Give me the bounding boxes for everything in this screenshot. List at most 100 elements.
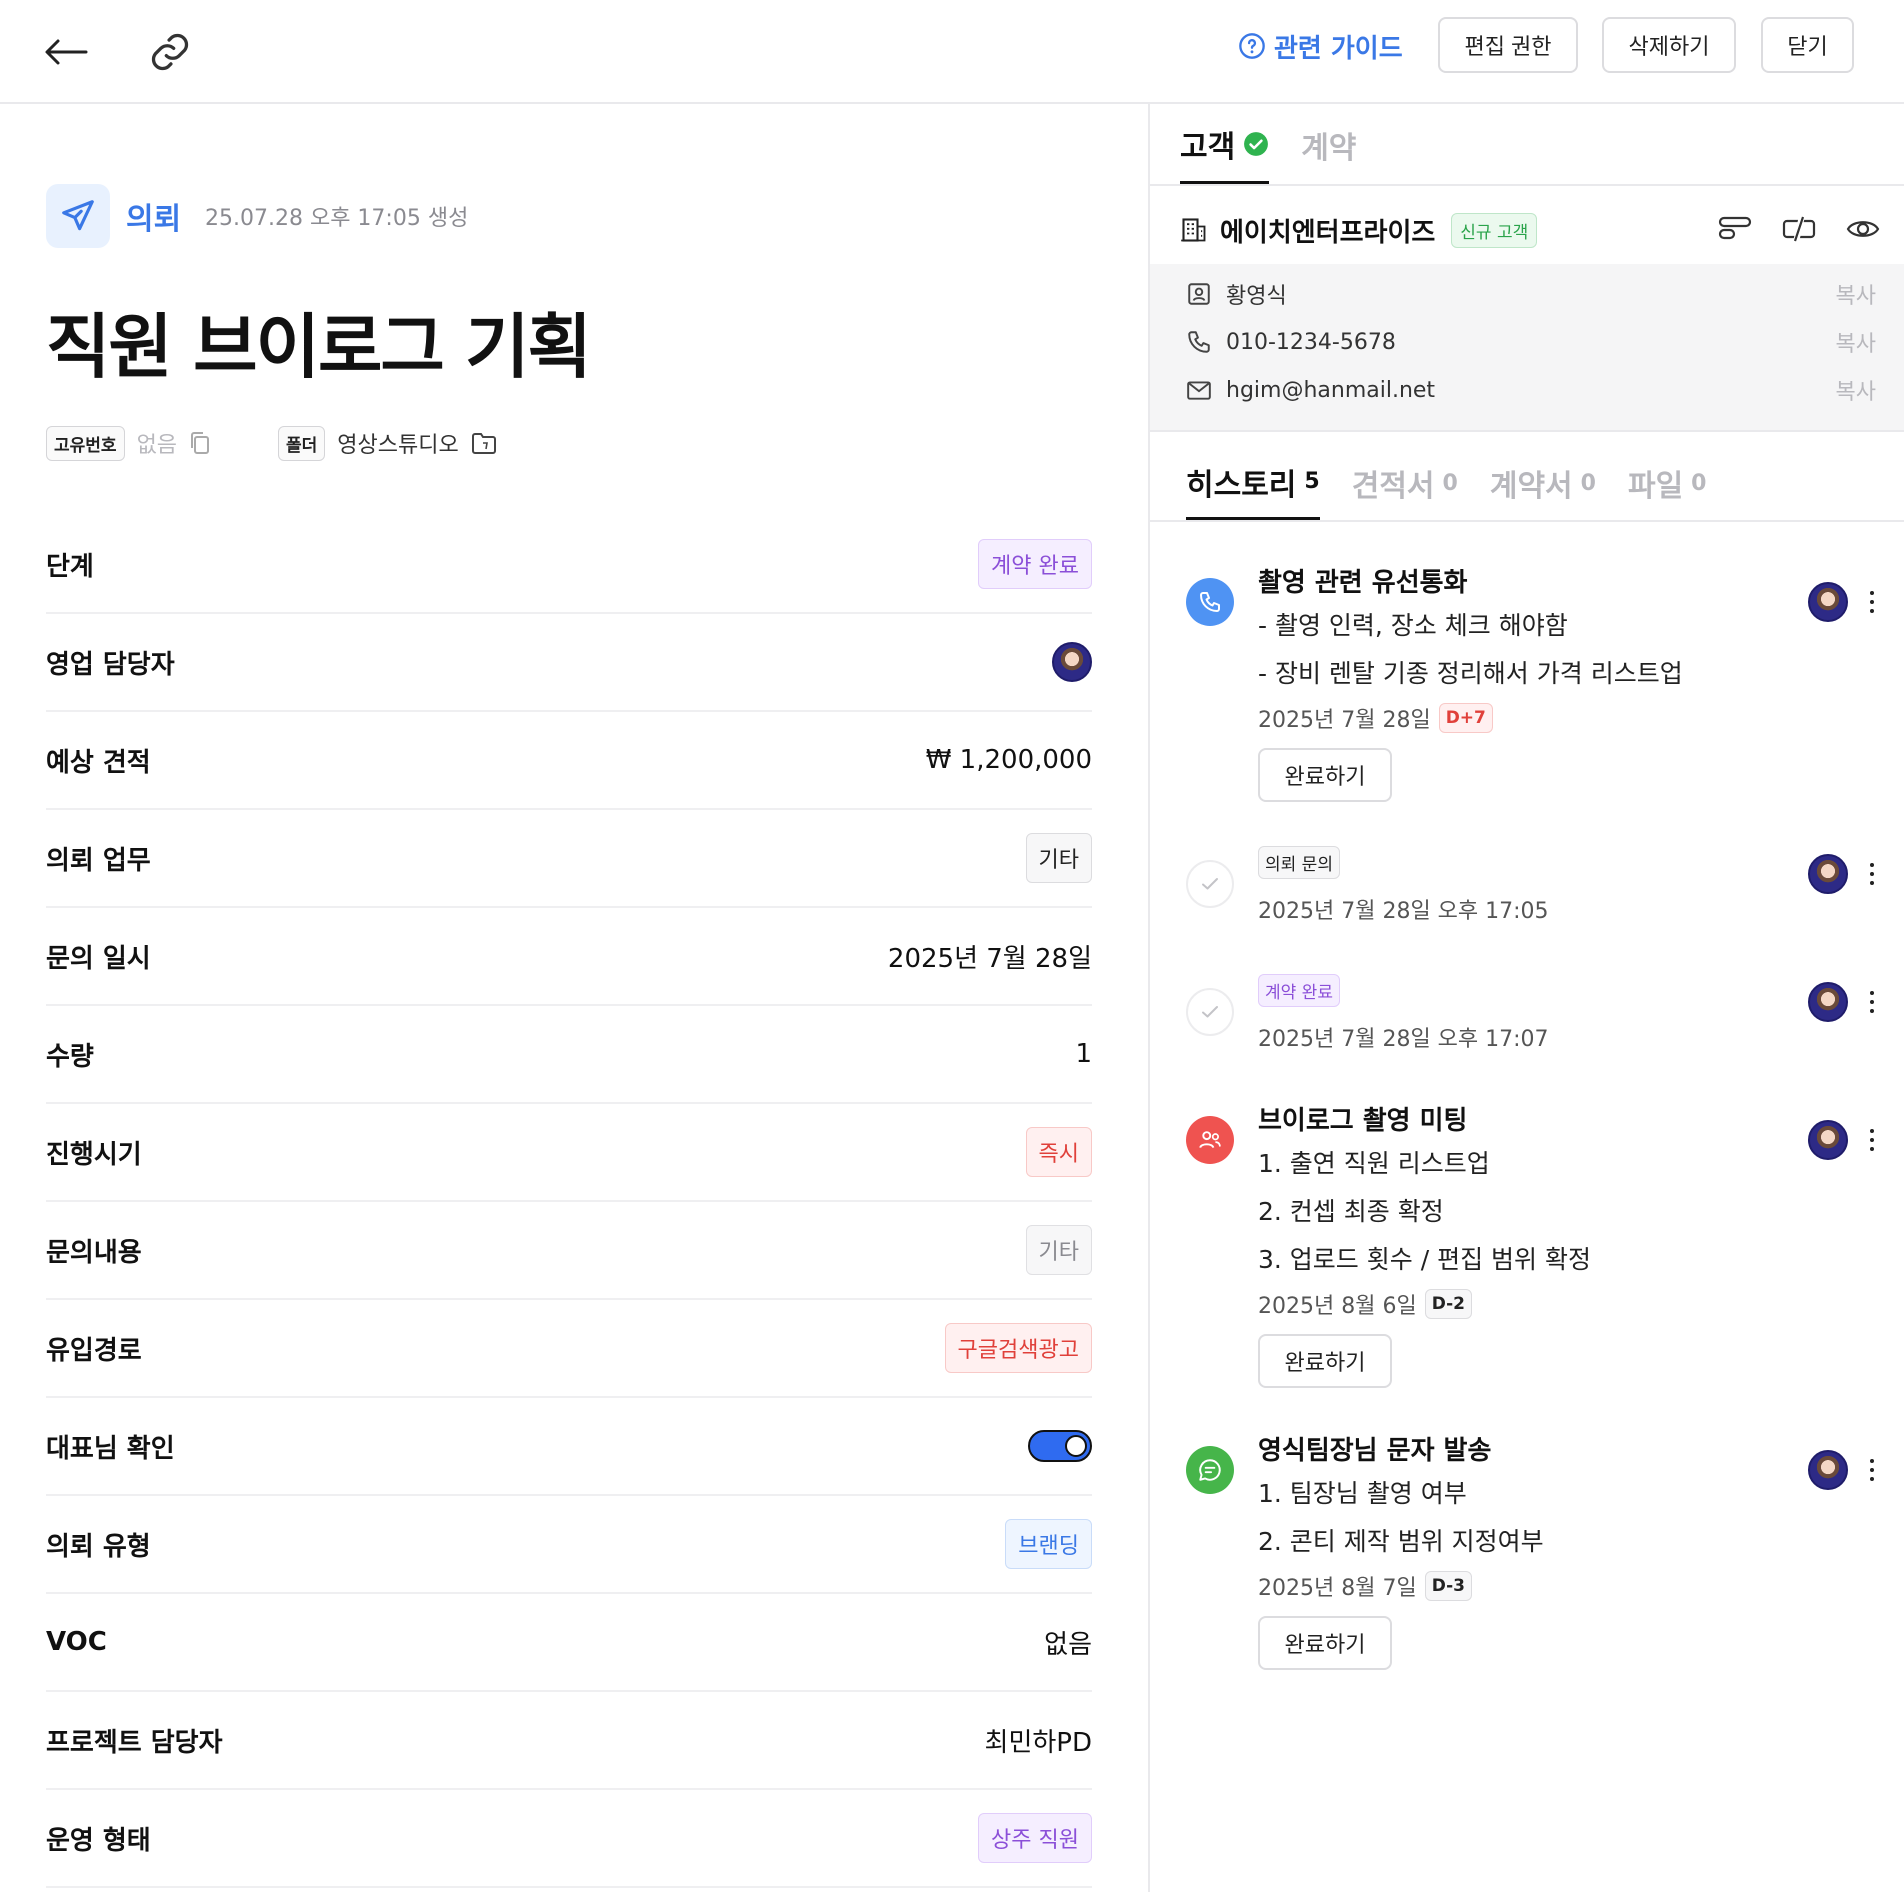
avatar[interactable]: [1808, 582, 1848, 622]
timing-chip[interactable]: 즉시: [1025, 1127, 1092, 1177]
dday-badge: D-2: [1424, 1289, 1473, 1319]
folder-tag: 폴더: [278, 425, 326, 461]
arrow-left-icon[interactable]: [34, 20, 98, 84]
inquiry-date-value[interactable]: 2025년 7월 28일: [888, 938, 1092, 975]
avatar[interactable]: [1808, 1120, 1848, 1160]
history-item-body: 브이로그 촬영 미팅 1. 출연 직원 리스트업 2. 컨셉 최종 확정 3. …: [1258, 1100, 1798, 1388]
filter-card-icon[interactable]: [1718, 214, 1752, 244]
dday-badge: D-3: [1424, 1571, 1473, 1601]
more-icon[interactable]: [1868, 1129, 1876, 1151]
field-row: VOC 없음: [46, 1594, 1092, 1692]
person-card-icon: [1188, 283, 1210, 305]
building-icon: [1181, 218, 1206, 242]
ceo-confirm-toggle[interactable]: [1028, 1430, 1092, 1462]
history-title: 영식팀장님 문자 발송: [1258, 1436, 1492, 1466]
copy-icon[interactable]: [189, 431, 211, 455]
field-row: 문의내용 기타: [46, 1202, 1092, 1300]
link-icon[interactable]: [138, 20, 202, 84]
field-row: 의뢰 업무 기타: [46, 810, 1092, 908]
field-row: 대표님 확인: [46, 1398, 1092, 1496]
side-tabs: 고객 계약: [1180, 106, 1356, 184]
more-icon[interactable]: [1868, 991, 1876, 1013]
field-row: 단계 계약 완료: [46, 516, 1092, 614]
tab-contracts[interactable]: 계약서 0: [1490, 446, 1596, 520]
field-row: 수량 1: [46, 1006, 1092, 1104]
history-line: 1. 출연 직원 리스트업: [1258, 1149, 1490, 1178]
avatar[interactable]: [1808, 1450, 1848, 1490]
close-button[interactable]: 닫기: [1761, 17, 1854, 73]
task-chip[interactable]: 기타: [1025, 833, 1092, 883]
more-icon[interactable]: [1868, 1459, 1876, 1481]
history-date-row: 2025년 7월 28일 D+7: [1258, 698, 1798, 738]
channel-chip[interactable]: 구글검색광고: [944, 1323, 1092, 1373]
field-row: 프로젝트 담당자 최민하PD: [46, 1692, 1092, 1790]
sales-manager-avatar[interactable]: [1052, 642, 1092, 682]
field-row: 영업 담당자: [46, 614, 1092, 712]
field-row: 운영 형태 상주 직원: [46, 1790, 1092, 1888]
history-item: 계약 완료 2025년 7월 28일 오후 17:07: [1186, 974, 1876, 1064]
inquiry-content-chip[interactable]: 기타: [1025, 1225, 1092, 1275]
toggle-knob: [1065, 1435, 1087, 1457]
tab-history-label: 히스토리: [1186, 467, 1297, 503]
stage-chip[interactable]: 계약 완료: [978, 539, 1092, 589]
quantity-value[interactable]: 1: [1075, 1039, 1092, 1069]
voc-value[interactable]: 없음: [1044, 1624, 1092, 1661]
detail-fields: 단계 계약 완료 영업 담당자 예상 견적 ₩ 1,200,000 의뢰 업무 …: [46, 516, 1092, 1888]
complete-button[interactable]: 완료하기: [1258, 1334, 1392, 1388]
request-type-chip[interactable]: 브랜딩: [1005, 1519, 1092, 1569]
field-label: 운영 형태: [46, 1825, 151, 1856]
delete-button[interactable]: 삭제하기: [1602, 17, 1736, 73]
guide-link[interactable]: 관련 가이드: [1238, 26, 1403, 66]
customer-name[interactable]: 에이치엔터프라이즈: [1220, 212, 1435, 249]
eye-icon[interactable]: [1846, 214, 1880, 244]
avatar[interactable]: [1808, 854, 1848, 894]
tab-customer[interactable]: 고객: [1180, 106, 1270, 184]
top-bar: 관련 가이드 편집 권한 삭제하기 닫기: [0, 0, 1904, 104]
history-title: 브이로그 촬영 미팅: [1258, 1106, 1468, 1136]
history-line: 2. 컨셉 최종 확정: [1258, 1197, 1444, 1226]
field-label: 대표님 확인: [46, 1433, 175, 1464]
copy-email-button[interactable]: 복사: [1836, 374, 1876, 406]
copy-name-button[interactable]: 복사: [1836, 278, 1876, 310]
field-label: 문의내용: [46, 1237, 142, 1268]
operation-type-chip[interactable]: 상주 직원: [978, 1813, 1092, 1863]
project-manager-value[interactable]: 최민하PD: [985, 1722, 1092, 1759]
edit-permission-button[interactable]: 편집 권한: [1438, 17, 1578, 73]
check-icon: [1186, 988, 1234, 1036]
history-line: - 촬영 인력, 장소 체크 해야함: [1258, 611, 1568, 640]
guide-label: 관련 가이드: [1274, 33, 1403, 64]
customer-actions: [1718, 214, 1880, 244]
copy-phone-button[interactable]: 복사: [1836, 326, 1876, 358]
field-row: 유입경로 구글검색광고: [46, 1300, 1092, 1398]
tab-customer-label: 고객: [1180, 129, 1236, 165]
complete-button[interactable]: 완료하기: [1258, 748, 1392, 802]
history-item: 영식팀장님 문자 발송 1. 팀장님 촬영 여부 2. 콘티 제작 범위 지정여…: [1186, 1430, 1876, 1670]
field-row: 문의 일시 2025년 7월 28일: [46, 908, 1092, 1006]
history-date: 2025년 7월 28일: [1258, 708, 1431, 733]
id-meta: 고유번호 없음: [46, 425, 211, 461]
tab-quotes-label: 견적서: [1351, 469, 1435, 504]
more-icon[interactable]: [1868, 863, 1876, 885]
paper-plane-icon: [46, 184, 110, 248]
page-title: 직원 브이로그 기획: [46, 306, 592, 388]
field-row: 진행시기 즉시: [46, 1104, 1092, 1202]
message-icon: [1186, 1446, 1234, 1494]
tab-quotes[interactable]: 견적서 0: [1352, 446, 1458, 520]
folder-icon[interactable]: [471, 431, 497, 455]
id-value: 없음: [136, 433, 178, 458]
field-label: 수량: [46, 1041, 94, 1072]
contact-phone-row: 010-1234-5678 복사: [1186, 322, 1876, 362]
tab-files[interactable]: 파일 0: [1628, 446, 1707, 520]
tab-history[interactable]: 히스토리 5: [1186, 446, 1320, 520]
unlink-icon[interactable]: [1782, 214, 1816, 244]
history-item: 브이로그 촬영 미팅 1. 출연 직원 리스트업 2. 컨셉 최종 확정 3. …: [1186, 1100, 1876, 1388]
complete-button[interactable]: 완료하기: [1258, 1616, 1392, 1670]
more-icon[interactable]: [1868, 591, 1876, 613]
contact-name-row: 황영식 복사: [1186, 274, 1876, 314]
estimate-value[interactable]: ₩ 1,200,000: [926, 745, 1092, 775]
contact-name: 황영식: [1226, 284, 1287, 309]
history-item-actions: [1808, 982, 1876, 1022]
customer-header: 에이치엔터프라이즈 신규 고객: [1180, 206, 1880, 254]
avatar[interactable]: [1808, 982, 1848, 1022]
tab-contract[interactable]: 계약: [1301, 106, 1356, 184]
